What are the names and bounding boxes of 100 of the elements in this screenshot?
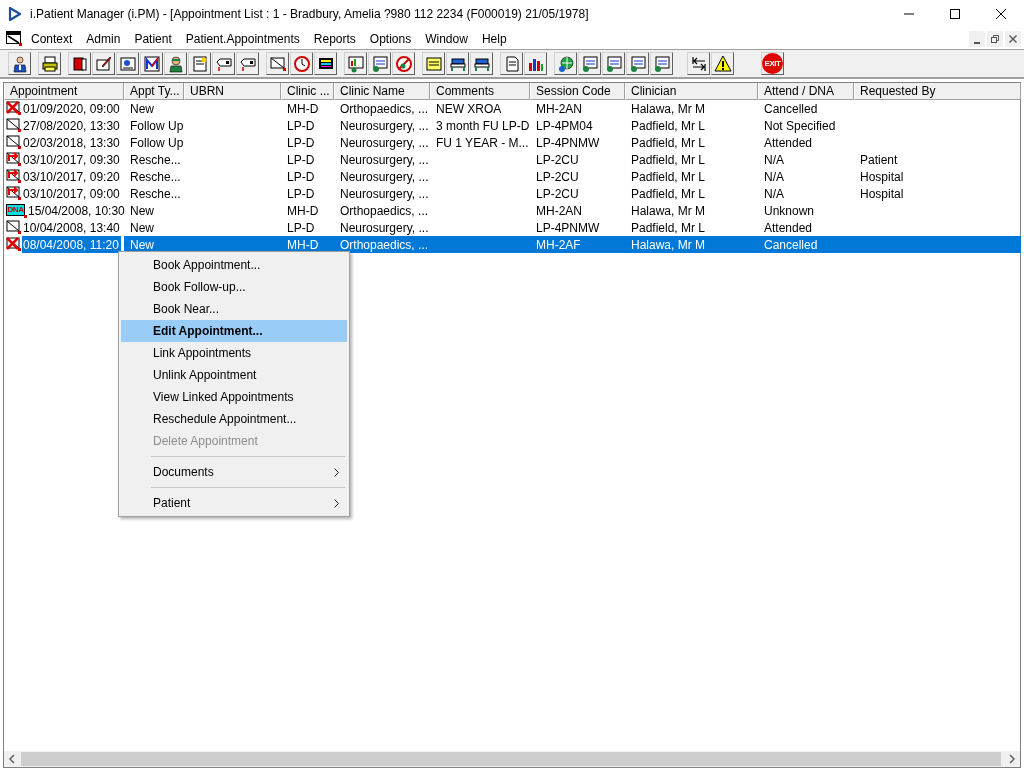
menu-item[interactable]: Book Near... — [121, 298, 347, 320]
toolbar-button[interactable] — [8, 52, 31, 75]
toolbar-button[interactable] — [392, 52, 415, 75]
toolbar-button[interactable] — [524, 52, 547, 75]
pencil-icon — [94, 54, 113, 73]
form-icon — [580, 54, 599, 73]
menu-item[interactable]: Link Appointments — [121, 342, 347, 364]
toolbar-button[interactable] — [314, 52, 337, 75]
table-cell-text: Padfield, Mr L — [631, 134, 706, 152]
scrollbar-thumb[interactable] — [21, 752, 1001, 766]
horizontal-scrollbar[interactable] — [4, 751, 1020, 767]
table-cell-text: Padfield, Mr L — [631, 168, 706, 186]
menu-item[interactable]: Window — [418, 28, 475, 49]
form-icon — [628, 54, 647, 73]
toolbar-button[interactable] — [578, 52, 601, 75]
table-cell-text: Padfield, Mr L — [631, 219, 706, 237]
table-cell: 08/04/2008, 11:20 — [22, 236, 121, 253]
menu-item[interactable]: Patient — [121, 492, 347, 514]
menu-item[interactable]: Book Follow-up... — [121, 276, 347, 298]
menu-item[interactable]: View Linked Appointments — [121, 386, 347, 408]
table-cell-text: Unknown — [764, 202, 815, 220]
toolbar-button[interactable] — [602, 52, 625, 75]
toolbar-button[interactable] — [446, 52, 469, 75]
restore-button[interactable] — [987, 30, 1003, 47]
toolbar-button[interactable] — [92, 52, 115, 75]
close-icon — [996, 9, 1006, 19]
column-header[interactable]: Comments — [430, 83, 530, 100]
dna-icon: DNA — [6, 203, 27, 218]
close-icon — [1009, 34, 1017, 43]
toolbar-button[interactable] — [290, 52, 313, 75]
table-cell-text: 3 month FU LP-D — [436, 117, 530, 135]
table-cell-text: LP-4PM04 — [536, 117, 593, 135]
toolbar-button[interactable] — [38, 52, 61, 75]
table-cell-text: N/A — [764, 151, 784, 169]
exit-button[interactable]: EXIT — [761, 52, 784, 75]
table-cell-text: Follow Up — [130, 117, 184, 135]
table-cell-text: New — [130, 219, 154, 237]
table-cell-text: LP-D — [287, 219, 315, 237]
table-cell-text: Neurosurgery, ... — [340, 117, 429, 135]
arrows-icon — [689, 54, 708, 73]
document-window-icon[interactable] — [6, 31, 22, 46]
appointment-icon — [6, 220, 22, 235]
toolbar-button[interactable] — [140, 52, 163, 75]
menu-item[interactable]: Reschedule Appointment... — [121, 408, 347, 430]
table-cell-text: LP-D — [287, 117, 315, 135]
close-button[interactable] — [1005, 30, 1021, 47]
toolbar-button[interactable] — [711, 52, 734, 75]
app-logo-icon — [8, 7, 22, 21]
toolbar-button[interactable] — [687, 52, 710, 75]
toolbar-button[interactable] — [266, 52, 289, 75]
table-cell-text: LP-D — [287, 151, 315, 169]
table-cell-text: 02/03/2018, 13:30 — [22, 134, 121, 151]
table-cell-text: Cancelled — [764, 236, 818, 254]
column-header[interactable]: Clinic Name — [334, 83, 430, 100]
toolbar-button[interactable] — [68, 52, 91, 75]
minimize-button[interactable] — [969, 30, 985, 47]
table-cell-text: LP-D — [287, 185, 315, 203]
table-cell-text: LP-4PNMW — [536, 219, 600, 237]
column-header[interactable]: Clinician — [625, 83, 758, 100]
toolbar-button[interactable] — [116, 52, 139, 75]
toolbar-button[interactable] — [188, 52, 211, 75]
maximize-icon — [950, 9, 960, 19]
toolbar-button[interactable] — [470, 52, 493, 75]
menu-item[interactable]: Context — [24, 28, 80, 49]
toolbar-button[interactable] — [212, 52, 235, 75]
appointment-icon — [6, 118, 22, 133]
menu-item[interactable]: Patient — [127, 28, 179, 49]
column-header[interactable]: UBRN — [184, 83, 281, 100]
menu-item[interactable]: Reports — [306, 28, 363, 49]
table-cell-text: Follow Up — [130, 134, 184, 152]
cancelled-icon — [6, 237, 22, 252]
table-cell-text: Neurosurgery, ... — [340, 151, 429, 169]
table-cell-text: LP-4PNMW — [536, 134, 600, 152]
column-header[interactable]: Clinic ... — [281, 83, 334, 100]
toolbar-button[interactable] — [650, 52, 673, 75]
column-header[interactable]: Attend / DNA — [758, 83, 854, 100]
toolbar-button[interactable] — [500, 52, 523, 75]
toolbar-button[interactable] — [368, 52, 391, 75]
table-cell-text: LP-D — [287, 168, 315, 186]
table-cell-text: New — [130, 202, 154, 220]
menu-item[interactable]: Documents — [121, 461, 347, 483]
menu-item[interactable]: Patient.Appointments — [178, 28, 307, 49]
menu-item[interactable]: Edit Appointment... — [121, 320, 347, 342]
column-header[interactable]: Appt Ty... — [124, 83, 184, 100]
menu-item[interactable]: Unlink Appointment — [121, 364, 347, 386]
toolbar-button[interactable] — [164, 52, 187, 75]
table-cell-text: 27/08/2020, 13:30 — [22, 117, 121, 134]
column-header[interactable]: Appointment — [4, 83, 124, 100]
column-header[interactable]: Requested By — [854, 83, 1021, 100]
toolbar-button[interactable] — [554, 52, 577, 75]
menu-item[interactable]: Help — [474, 28, 514, 49]
menu-item[interactable]: Admin — [79, 28, 128, 49]
menu-item[interactable]: Book Appointment... — [121, 254, 347, 276]
toolbar-button[interactable] — [344, 52, 367, 75]
menu-item[interactable]: Options — [362, 28, 419, 49]
table-cell-text: New — [130, 236, 154, 254]
toolbar-button[interactable] — [626, 52, 649, 75]
globe-icon — [556, 54, 575, 73]
toolbar-button[interactable] — [236, 52, 259, 75]
column-header[interactable]: Session Code — [530, 83, 625, 100]
